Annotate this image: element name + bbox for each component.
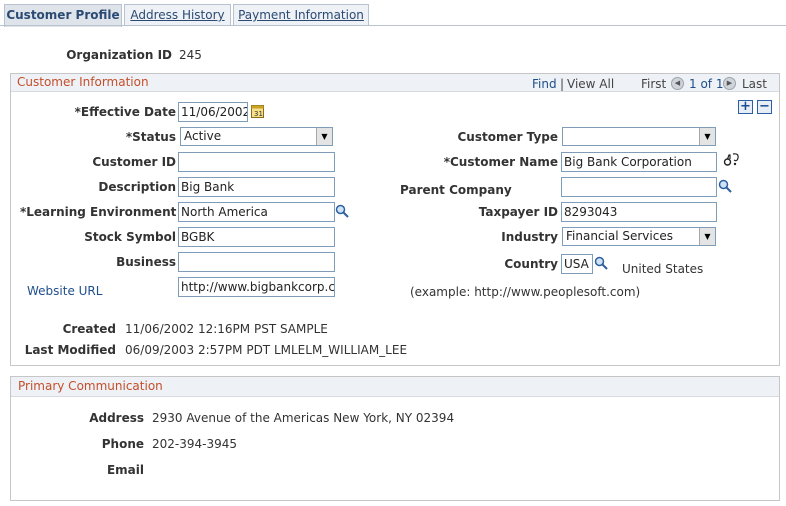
calendar-icon[interactable]: 31 <box>251 104 264 118</box>
description-label: Description <box>98 180 176 194</box>
tab-label: Address History <box>130 8 225 22</box>
section-title: Customer Information <box>17 75 149 89</box>
customer-id-field[interactable] <box>178 152 335 172</box>
created-label: Created <box>62 322 116 336</box>
magnifier-icon[interactable] <box>718 179 733 193</box>
business-label: Business <box>116 255 176 269</box>
last-modified-value: 06/09/2003 2:57PM PDT LMLELM_WILLIAM_LEE <box>125 343 408 357</box>
svg-text:31: 31 <box>254 110 263 118</box>
effective-date-label: *Effective Date <box>74 105 176 119</box>
last-modified-label: Last Modified <box>24 343 116 357</box>
tab-customer-profile[interactable]: Customer Profile <box>4 4 122 27</box>
country-label: Country <box>504 257 558 271</box>
website-url-field[interactable]: http://www.bigbankcorp.com <box>178 277 335 297</box>
created-value: 11/06/2002 12:16PM PST SAMPLE <box>125 322 328 336</box>
email-label: Email <box>106 463 144 477</box>
pager-text: 1 of 1 <box>689 77 724 91</box>
customer-type-select[interactable]: ▼ <box>562 127 716 146</box>
industry-select[interactable]: Financial Services ▼ <box>562 227 716 246</box>
chevron-down-icon[interactable]: ▼ <box>699 228 715 245</box>
tab-address-history[interactable]: Address History <box>124 4 231 26</box>
tab-label: Payment Information <box>238 8 364 22</box>
stock-symbol-label: Stock Symbol <box>84 230 176 244</box>
magnifier-icon[interactable] <box>335 204 350 218</box>
parent-company-field[interactable] <box>561 177 717 197</box>
add-row-icon[interactable]: + <box>738 100 753 114</box>
description-field[interactable]: Big Bank <box>178 177 335 197</box>
tab-payment-information[interactable]: Payment Information <box>233 4 369 26</box>
magnifier-icon[interactable] <box>594 256 609 270</box>
status-label: *Status <box>125 130 176 144</box>
spell-check-icon[interactable] <box>723 153 741 167</box>
business-field[interactable] <box>178 252 335 272</box>
last-link[interactable]: Last <box>742 77 767 91</box>
customer-name-field[interactable]: Big Bank Corporation <box>561 152 717 172</box>
country-name: United States <box>622 262 704 276</box>
status-select[interactable]: Active ▼ <box>180 127 333 146</box>
learning-env-label: *Learning Environment <box>20 205 177 219</box>
org-id-label: Organization ID <box>66 48 172 62</box>
stock-symbol-field[interactable]: BGBK <box>178 227 335 247</box>
url-example-text: (example: http://www.peoplesoft.com) <box>410 285 641 299</box>
effective-date-field[interactable]: 11/06/2002 <box>178 102 248 122</box>
delete-row-icon[interactable]: − <box>757 100 772 114</box>
parent-company-label: Parent Company <box>400 183 512 197</box>
phone-label: Phone <box>101 437 144 451</box>
prev-arrow-icon[interactable]: ◀ <box>671 77 684 90</box>
industry-label: Industry <box>501 230 558 244</box>
chevron-down-icon[interactable]: ▼ <box>316 128 332 145</box>
next-arrow-icon[interactable]: ▶ <box>723 77 736 90</box>
customer-type-label: Customer Type <box>457 130 558 144</box>
taxpayer-id-field[interactable]: 8293043 <box>561 202 717 222</box>
website-url-link[interactable]: Website URL <box>27 284 102 298</box>
industry-value: Financial Services <box>566 229 673 243</box>
customer-name-label: *Customer Name <box>443 155 558 169</box>
section-header: Primary Communication <box>11 377 779 397</box>
taxpayer-id-label: Taxpayer ID <box>478 205 558 219</box>
status-value: Active <box>184 129 222 143</box>
section-title: Primary Communication <box>18 379 163 393</box>
customer-id-label: Customer ID <box>92 155 176 169</box>
first-link[interactable]: First <box>641 77 666 91</box>
nav-separator: | <box>560 77 565 91</box>
phone-value: 202-394-3945 <box>152 437 238 451</box>
address-label: Address <box>89 411 144 425</box>
view-all-link[interactable]: View All <box>567 77 614 91</box>
chevron-down-icon[interactable]: ▼ <box>699 128 715 145</box>
org-id-value: 245 <box>179 48 202 62</box>
address-value: 2930 Avenue of the Americas New York, NY… <box>152 411 455 425</box>
tab-label: Customer Profile <box>6 8 120 22</box>
learning-env-field[interactable]: North America <box>178 202 335 222</box>
find-link[interactable]: Find <box>532 77 557 91</box>
country-field[interactable]: USA <box>561 254 593 274</box>
tab-divider <box>0 25 786 26</box>
